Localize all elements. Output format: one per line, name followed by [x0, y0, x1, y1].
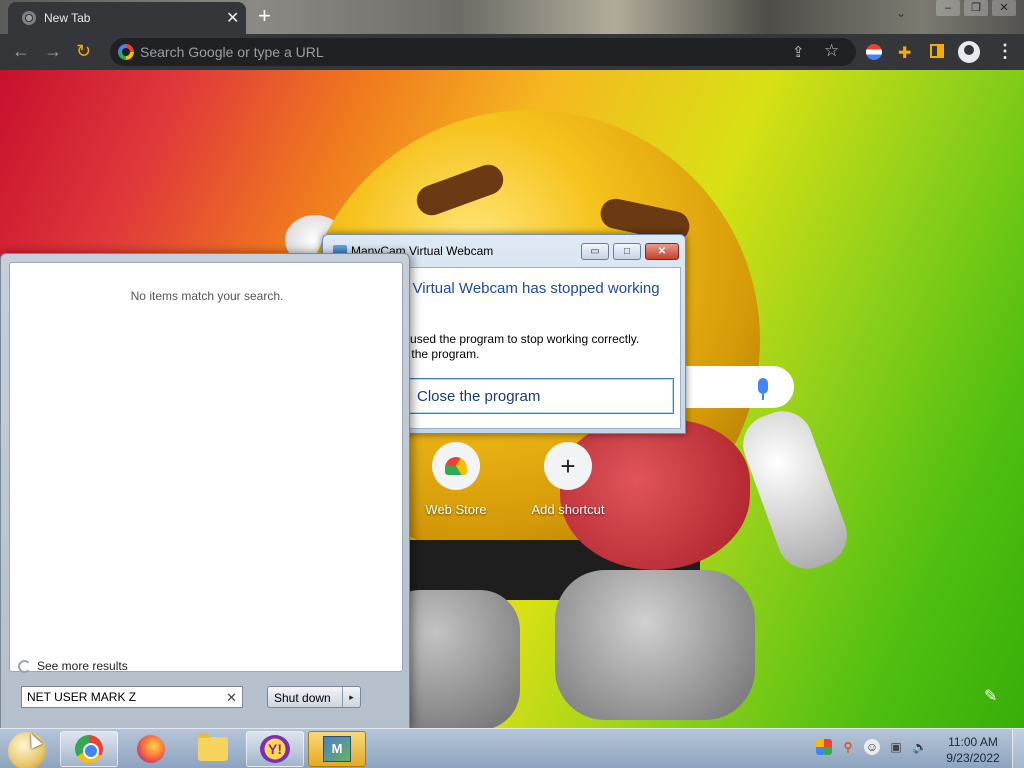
google-g-icon: [118, 44, 134, 60]
manycam-icon: M: [323, 736, 351, 762]
volume-icon[interactable]: 🔈: [912, 739, 928, 755]
shortcut-tile: [432, 442, 480, 490]
shut-down-button[interactable]: Shut down ▸: [267, 686, 361, 708]
dialog-minimize-button[interactable]: ▭: [581, 243, 609, 260]
back-arrow-icon[interactable]: ←: [12, 41, 30, 62]
shut-down-label: Shut down: [274, 691, 331, 705]
profile-avatar-icon[interactable]: [958, 41, 980, 63]
plus-icon: +: [544, 442, 592, 490]
omnibox[interactable]: ⇪ ☆: [110, 38, 856, 66]
forward-arrow-icon[interactable]: →: [44, 41, 62, 62]
close-window-button[interactable]: ✕: [992, 0, 1016, 16]
shortcut-label: Add shortcut: [531, 502, 605, 517]
browser-toolbar: ← → ↻ ⇪ ☆ ✚ ⋮: [0, 34, 1024, 70]
shortcut-web-store[interactable]: Web Store: [401, 442, 511, 517]
new-tab-button[interactable]: +: [258, 3, 271, 29]
yahoo-messenger-icon: Y!: [260, 735, 290, 763]
tab-new-tab[interactable]: New Tab ✕: [8, 2, 246, 34]
tab-close-icon[interactable]: ✕: [226, 8, 239, 28]
extensions-puzzle-icon[interactable]: ✚: [898, 43, 911, 63]
tab-title: New Tab: [44, 11, 91, 25]
chrome-menu-icon[interactable]: ⋮: [996, 41, 1014, 62]
omnibox-input[interactable]: [140, 38, 760, 66]
tab-search-chevron-icon[interactable]: ⌄: [896, 6, 906, 20]
tab-strip: New Tab ✕ + ⌄ – ❐ ✕: [0, 0, 1024, 34]
taskbar: Y! M ⚲ ☺ ▣ 🔈 11:00 AM 9/23/2022: [0, 728, 1024, 768]
background-glove-right: [734, 402, 856, 578]
search-results-pane: No items match your search. See more res…: [9, 262, 403, 673]
shortcut-add[interactable]: + Add shortcut: [513, 442, 623, 517]
restore-window-button[interactable]: ❐: [964, 0, 988, 16]
customize-pencil-icon[interactable]: ✎: [984, 686, 997, 706]
clock[interactable]: 11:00 AM 9/23/2022: [940, 734, 1006, 766]
extension-flag-icon[interactable]: [866, 44, 882, 60]
minimize-window-button[interactable]: –: [936, 0, 960, 16]
no-items-message: No items match your search.: [130, 289, 284, 303]
clock-time: 11:00 AM: [948, 735, 998, 749]
shut-down-options-arrow-icon[interactable]: ▸: [342, 687, 360, 707]
webstore-icon: [445, 457, 467, 475]
see-more-label: See more results: [37, 659, 128, 673]
background-shoe-right: [555, 570, 755, 720]
taskbar-manycam-button[interactable]: M: [308, 731, 366, 767]
start-search-input[interactable]: [21, 686, 243, 708]
share-icon[interactable]: ⇪: [792, 43, 805, 61]
folder-icon: [198, 733, 228, 761]
taskbar-firefox-button[interactable]: [122, 731, 180, 767]
side-panel-icon[interactable]: [930, 44, 944, 58]
background-eyebrow-left: [412, 160, 508, 220]
chrome-favicon-icon: [22, 11, 36, 25]
tray-messenger-icon[interactable]: ☺: [864, 739, 880, 755]
bookmark-star-icon[interactable]: ☆: [824, 41, 839, 61]
system-tray: ⚲ ☺ ▣ 🔈: [816, 739, 928, 755]
tray-search-icon[interactable]: ⚲: [840, 739, 856, 755]
close-program-button[interactable]: Close the program: [396, 378, 674, 414]
search-more-icon: [18, 659, 31, 673]
chrome-icon: [75, 735, 103, 763]
start-menu: No items match your search. See more res…: [0, 253, 410, 729]
dialog-maximize-button[interactable]: □: [613, 243, 641, 260]
taskbar-explorer-button[interactable]: [184, 731, 242, 767]
clear-search-icon[interactable]: ✕: [226, 690, 237, 706]
taskbar-yahoo-messenger-button[interactable]: Y!: [246, 731, 304, 767]
see-more-results-link[interactable]: See more results: [18, 659, 128, 673]
action-center-flag-icon[interactable]: [816, 739, 832, 755]
dialog-close-button[interactable]: ✕: [645, 243, 679, 260]
window-controls: – ❐ ✕: [936, 0, 1016, 16]
taskbar-chrome-button[interactable]: [60, 731, 118, 767]
reload-icon[interactable]: ↻: [76, 41, 91, 62]
clock-date: 9/23/2022: [946, 751, 1000, 765]
voice-search-mic-icon[interactable]: [758, 378, 768, 400]
show-desktop-button[interactable]: [1012, 729, 1024, 768]
shortcut-label: Web Store: [425, 502, 487, 517]
network-icon[interactable]: ▣: [888, 739, 904, 755]
firefox-icon: [137, 735, 165, 763]
